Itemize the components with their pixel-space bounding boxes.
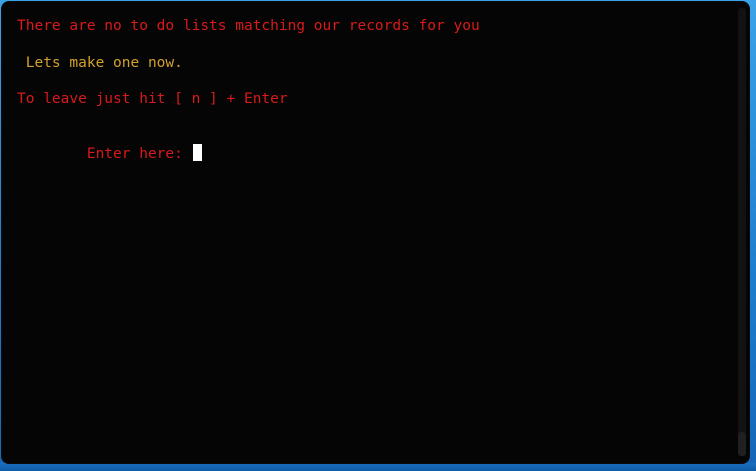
desktop-strip xyxy=(0,463,756,471)
scrollbar-thumb[interactable] xyxy=(738,432,746,456)
terminal-output[interactable]: There are no to do lists matching our re… xyxy=(17,14,733,455)
terminal-window[interactable]: There are no to do lists matching our re… xyxy=(2,2,749,463)
make-one-message: Lets make one now. xyxy=(17,55,183,71)
desktop-background: There are no to do lists matching our re… xyxy=(0,0,756,471)
no-lists-message: There are no to do lists matching our re… xyxy=(17,18,480,34)
text-cursor xyxy=(192,144,202,161)
input-prompt-label: Enter here: xyxy=(86,146,192,162)
input-prompt-line[interactable]: Enter here: xyxy=(17,126,202,181)
leave-instruction: To leave just hit [ n ] + Enter xyxy=(17,91,288,107)
vertical-scrollbar[interactable] xyxy=(738,8,746,456)
